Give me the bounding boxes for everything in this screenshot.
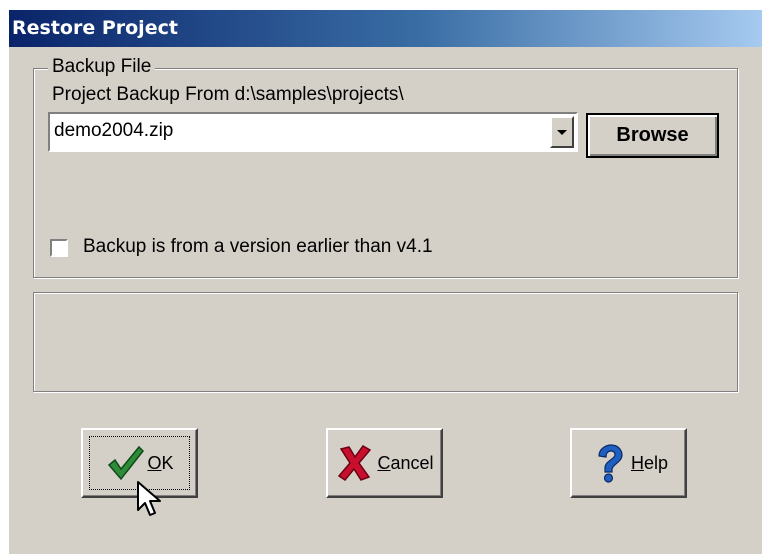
- title-bar[interactable]: Restore Project: [9, 10, 762, 47]
- help-button[interactable]: Help: [570, 428, 687, 498]
- backup-file-legend: Backup File: [48, 56, 156, 78]
- window-title: Restore Project: [12, 17, 178, 39]
- cancel-label: Cancel: [377, 452, 434, 473]
- browse-button[interactable]: Browse: [586, 113, 719, 158]
- backup-path-label: Project Backup From d:\samples\projects\: [52, 84, 404, 105]
- dropdown-arrow-icon[interactable]: [550, 116, 574, 148]
- mouse-pointer-icon: [137, 481, 161, 516]
- cancel-button[interactable]: Cancel: [326, 428, 443, 498]
- red-x-icon: [338, 445, 372, 482]
- backup-file-value: demo2004.zip: [54, 120, 174, 141]
- backup-file-combobox[interactable]: demo2004.zip: [48, 112, 578, 152]
- status-panel: [33, 292, 738, 392]
- question-mark-icon: [598, 444, 623, 483]
- earlier-version-label[interactable]: Backup is from a version earlier than v4…: [83, 236, 433, 258]
- earlier-version-checkbox[interactable]: [50, 239, 68, 257]
- help-label: Help: [630, 452, 669, 473]
